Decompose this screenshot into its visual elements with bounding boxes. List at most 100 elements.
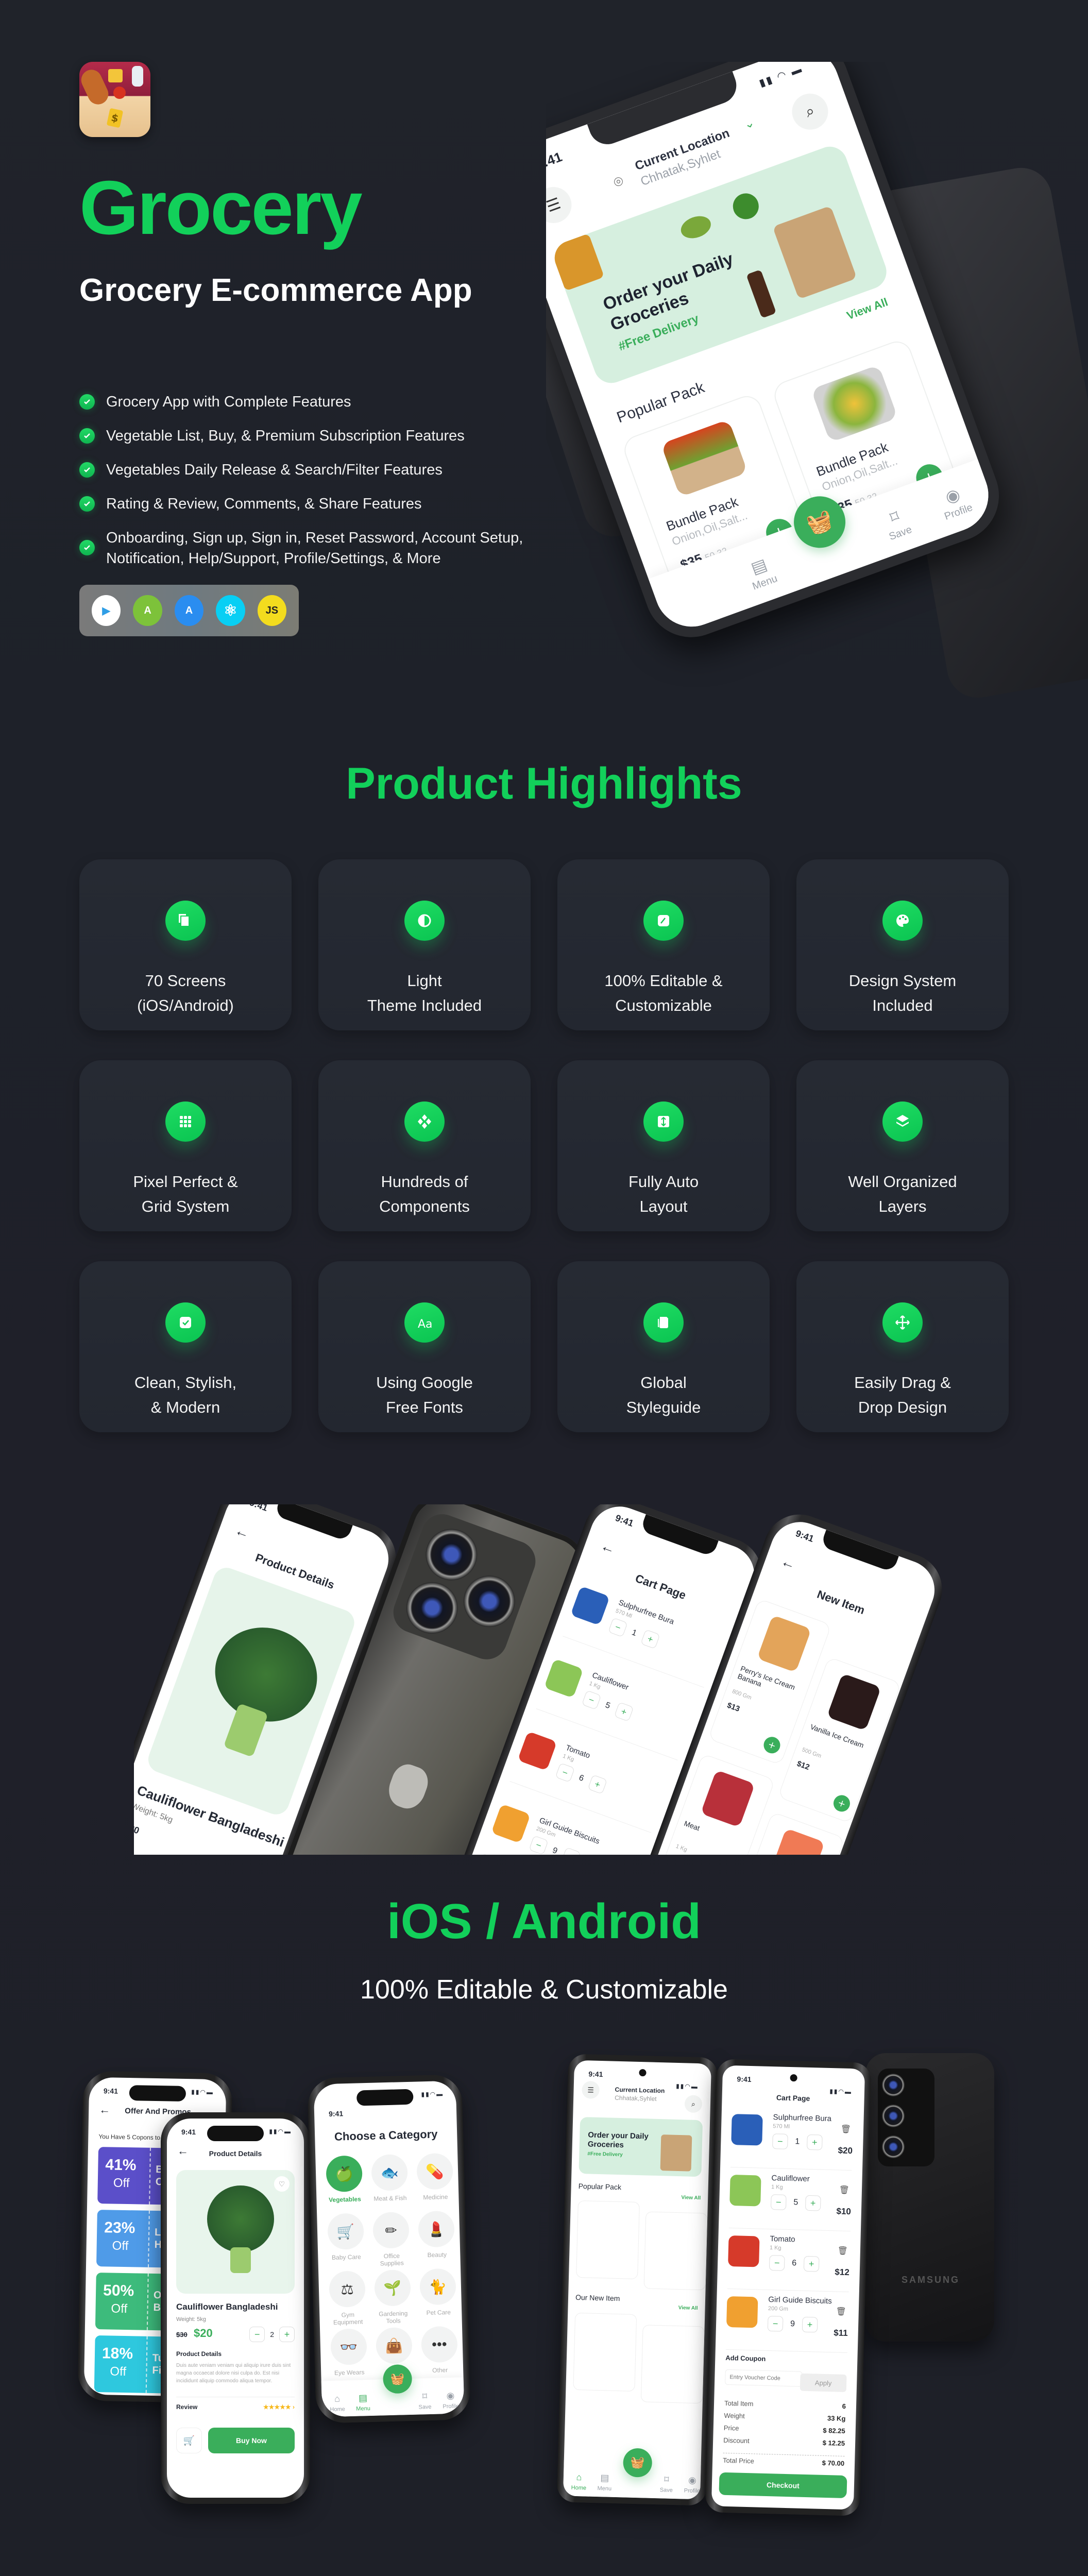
category-beauty[interactable]: 💄 Beauty — [417, 2210, 456, 2259]
back-arrow-icon[interactable]: ← — [233, 1522, 252, 1543]
category-other[interactable]: ••• Other — [420, 2326, 459, 2375]
layers-icon — [882, 1101, 923, 1142]
feature-item: Vegetable List, Buy, & Premium Subscript… — [79, 426, 543, 446]
cart-item: Sulphurfree Bura 570 Ml −1 + 🗑 $20 — [730, 2107, 854, 2171]
tech-stack-badges: ▶ A A ⚛ JS — [79, 585, 299, 636]
check-icon — [79, 428, 95, 444]
category-baby-care[interactable]: 🛒 Baby Care — [326, 2213, 365, 2261]
highlight-label: Easily Drag & Drop Design — [854, 1374, 951, 1416]
increase-button[interactable]: + — [614, 1702, 634, 1722]
category-pet-care[interactable]: 🐈 Pet Care — [418, 2268, 457, 2317]
add-to-cart-button[interactable]: + — [831, 1792, 853, 1814]
profile-icon: ◉ — [688, 2475, 696, 2486]
product-thumbnail — [729, 2174, 761, 2207]
trash-icon[interactable]: 🗑 — [837, 2245, 848, 2256]
menu-button[interactable]: ☰ — [582, 2081, 600, 2099]
increase-button[interactable]: + — [561, 1847, 581, 1855]
decrease-button[interactable]: − — [529, 1835, 549, 1855]
decrease-button[interactable]: − — [608, 1617, 628, 1637]
tab-menu[interactable]: ▤ Menu — [579, 2472, 631, 2493]
category-gym-equipment[interactable]: ⚖ Gym Equipment — [328, 2270, 367, 2326]
status-icons: ▮▮◠▬ — [676, 2082, 699, 2090]
tab-profile[interactable]: ◉ Profile — [666, 2475, 711, 2495]
pill-icon: 💊 — [416, 2153, 453, 2190]
category-meat-fish[interactable]: 🐟 Meat & Fish — [370, 2154, 409, 2202]
decrease-button[interactable]: − — [581, 1690, 602, 1710]
checkout-button[interactable]: Checkout — [719, 2472, 847, 2499]
view-all-link[interactable]: View All — [845, 295, 890, 323]
plant-icon: 🌱 — [374, 2269, 411, 2307]
hero-phone-mockup: 9:41 ▮▮ ◠ ▬ ☰ ⌕ ⌾ Current Location ⌄ Chh… — [546, 62, 1088, 706]
tab-save[interactable]: ⌑ Save — [867, 499, 927, 548]
hero-subtitle: Grocery E-commerce App — [79, 273, 472, 308]
highlight-label: Using Google Free Fonts — [376, 1374, 473, 1416]
increase-button[interactable]: + — [279, 2327, 295, 2342]
increase-button[interactable]: + — [806, 2134, 823, 2150]
back-arrow-icon[interactable]: ← — [99, 2103, 110, 2116]
product-thumbnail — [543, 1658, 584, 1699]
quantity-stepper: −5 + — [770, 2194, 821, 2211]
category-vegetables[interactable]: 🍏 Vegetables — [325, 2155, 364, 2204]
category-gardening-tools[interactable]: 🌱 Gardening Tools — [373, 2269, 413, 2325]
highlight-label: Pixel Perfect & Grid System — [133, 1173, 238, 1215]
highlight-card: 70 Screens (iOS/Android) — [79, 859, 292, 1030]
view-all-link[interactable]: View All — [678, 2305, 698, 2311]
search-button[interactable]: ⌕ — [684, 2095, 703, 2113]
product-card[interactable] — [573, 2312, 637, 2392]
decrease-button[interactable]: − — [249, 2327, 265, 2342]
decrease-button[interactable]: − — [769, 2255, 785, 2271]
increase-button[interactable]: + — [802, 2316, 818, 2333]
check-icon — [79, 496, 95, 512]
tab-profile[interactable]: ◉ Profile — [424, 2390, 464, 2411]
cart-fab-button[interactable]: 🧺 — [382, 2364, 413, 2394]
product-card[interactable] — [576, 2200, 640, 2280]
buy-now-button[interactable]: Buy Now — [208, 2428, 295, 2453]
view-all-link[interactable]: View All — [681, 2195, 701, 2201]
category-office-supplies[interactable]: ✏ Office Supplies — [371, 2211, 411, 2267]
increase-button[interactable]: + — [587, 1774, 607, 1794]
search-button[interactable]: ⌕ — [787, 88, 834, 135]
kettlebell-icon: ⚖ — [329, 2270, 366, 2308]
quantity-stepper: −6 + — [769, 2255, 820, 2272]
increase-button[interactable]: + — [803, 2256, 820, 2272]
trash-icon[interactable]: 🗑 — [839, 2185, 849, 2196]
promo-banner[interactable]: Order your Daily Groceries #Free Deliver… — [550, 142, 892, 388]
cart-fab-button[interactable]: 🧺 — [622, 2448, 653, 2478]
tab-menu[interactable]: ▤ Menu — [732, 548, 791, 597]
status-icons: ▮▮◠▬ — [269, 2128, 292, 2135]
decrease-button[interactable]: − — [772, 2133, 788, 2149]
promo-banner[interactable]: Order your Daily Groceries #Free Deliver… — [579, 2116, 703, 2177]
glasses-icon: 👓 — [330, 2328, 367, 2366]
tab-profile[interactable]: ◉ Profile — [925, 478, 985, 527]
menu-icon: ▤ — [358, 2393, 368, 2403]
product-card[interactable] — [643, 2211, 708, 2291]
add-to-cart-button[interactable]: + — [761, 1734, 783, 1756]
cart-item: Cauliflower 1 Kg −5 + 🗑 $10 — [728, 2167, 852, 2232]
apple-logo-icon — [383, 1760, 433, 1814]
trash-icon[interactable]: 🗑 — [836, 2306, 846, 2317]
decrease-button[interactable]: − — [770, 2194, 787, 2210]
tab-menu[interactable]: ▤ Menu — [337, 2392, 389, 2413]
product-card[interactable] — [640, 2325, 705, 2404]
category-medicine[interactable]: 💊 Medicine — [415, 2153, 454, 2201]
category-eye-wears[interactable]: 👓 Eye Wears — [329, 2328, 368, 2377]
review-row[interactable]: Review ★★★★★ › — [176, 2397, 295, 2411]
decrease-button[interactable]: − — [767, 2315, 784, 2332]
menu-button[interactable]: ☰ — [546, 182, 577, 228]
increase-button[interactable]: + — [640, 1629, 660, 1649]
trash-icon[interactable]: 🗑 — [841, 2124, 852, 2135]
decrease-button[interactable]: − — [555, 1762, 575, 1783]
product-thumbnail — [826, 1673, 881, 1731]
cart-icon-button[interactable]: 🛒 — [176, 2428, 202, 2453]
back-arrow-icon[interactable]: ← — [599, 1537, 618, 1558]
back-arrow-icon[interactable]: ← — [779, 1553, 798, 1573]
increase-button[interactable]: + — [805, 2195, 821, 2211]
apply-button[interactable]: Apply — [800, 2373, 847, 2393]
voucher-input[interactable] — [725, 2369, 803, 2387]
chevron-down-icon[interactable]: ⌄ — [742, 115, 757, 132]
product-thumbnail — [491, 1804, 531, 1844]
check-icon — [79, 394, 95, 410]
product-thumbnail — [700, 1770, 755, 1828]
heart-icon[interactable]: ♡ — [274, 2176, 290, 2192]
bottom-tab-bar: ⌂ Home ▤ Menu 🧺 ⌑ Save ◉ Profile — [321, 2364, 465, 2417]
